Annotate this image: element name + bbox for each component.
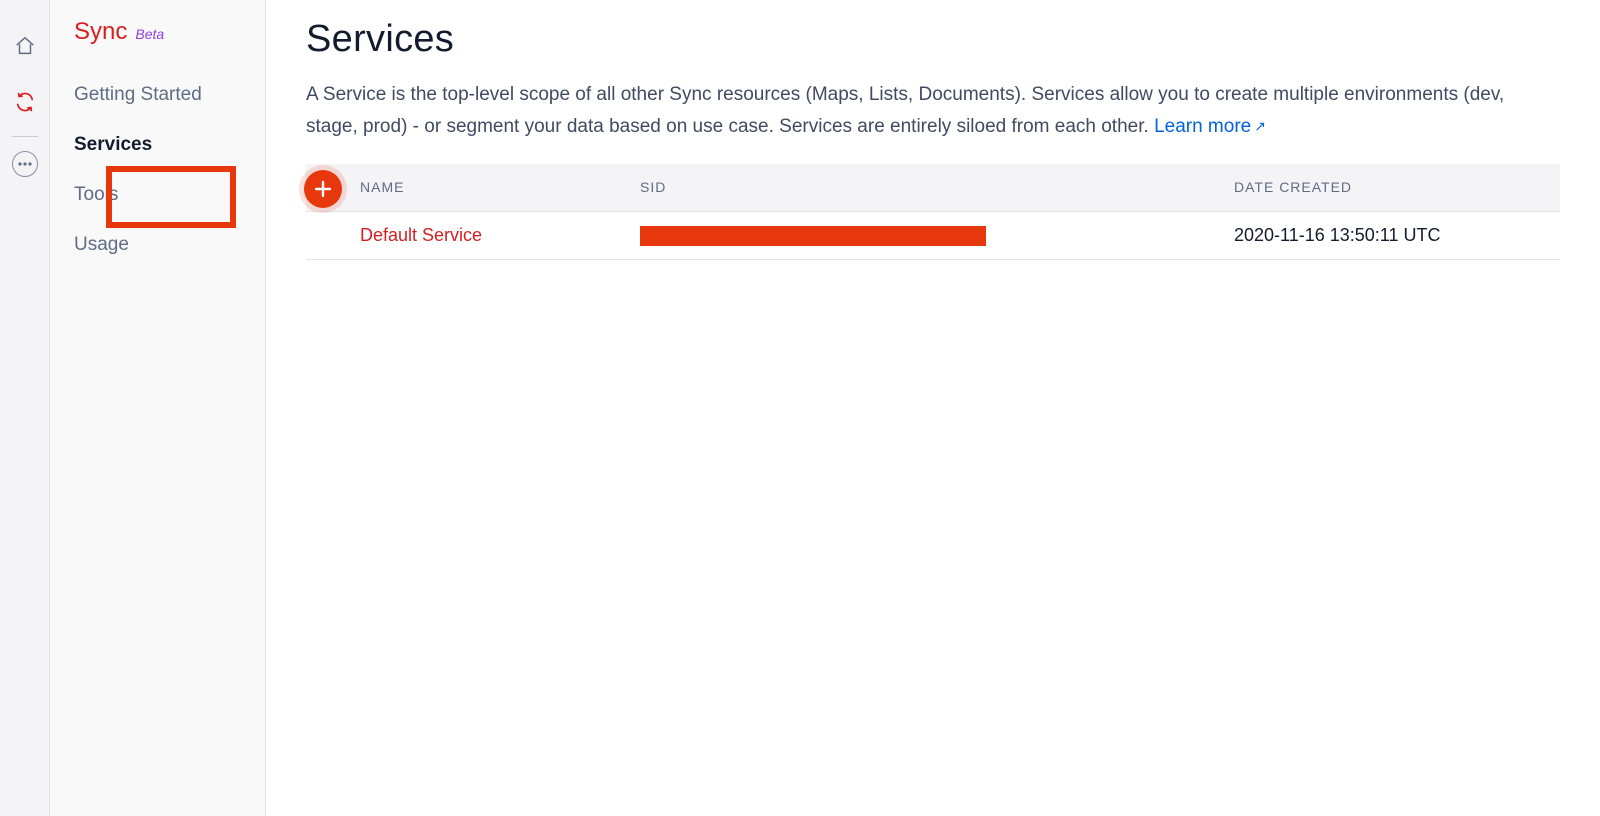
table-header-date: DATE CREATED: [1234, 179, 1560, 195]
table-header-sid: SID: [640, 179, 1234, 195]
table-row: Default Service 2020-11-16 13:50:11 UTC: [306, 212, 1560, 260]
sync-icon-button[interactable]: [0, 74, 50, 130]
table-header-row: NAME SID DATE CREATED: [306, 164, 1560, 212]
page-description-text: A Service is the top-level scope of all …: [306, 84, 1504, 137]
icon-rail: [0, 0, 50, 816]
redacted-sid: [640, 226, 986, 246]
sidebar-beta-badge: Beta: [135, 26, 164, 42]
sidebar-item-services[interactable]: Services: [50, 120, 265, 170]
home-icon-button[interactable]: [0, 18, 50, 74]
sync-icon: [14, 91, 36, 113]
sidebar-item-getting-started[interactable]: Getting Started: [50, 70, 265, 120]
page-description: A Service is the top-level scope of all …: [306, 79, 1560, 144]
page-title: Services: [306, 18, 1560, 61]
sidebar-title: Sync: [74, 18, 127, 46]
service-date-cell: 2020-11-16 13:50:11 UTC: [1234, 225, 1560, 246]
learn-more-link[interactable]: Learn more↗: [1154, 116, 1266, 137]
service-sid-cell: [640, 224, 1234, 245]
more-products-button[interactable]: [12, 151, 38, 177]
main-content: Services A Service is the top-level scop…: [266, 0, 1600, 816]
rail-divider: [12, 136, 38, 137]
table-header-name: NAME: [360, 179, 640, 195]
home-icon: [14, 35, 36, 57]
sidebar-item-tools[interactable]: Tools: [50, 170, 265, 220]
learn-more-label: Learn more: [1154, 116, 1251, 137]
add-service-button[interactable]: [304, 170, 342, 208]
sidebar: Sync Beta Getting Started Services Tools…: [50, 0, 266, 816]
sidebar-title-row: Sync Beta: [50, 18, 265, 70]
plus-icon: [314, 180, 332, 198]
service-name-link[interactable]: Default Service: [360, 225, 640, 246]
services-table: NAME SID DATE CREATED Default Service 20…: [306, 164, 1560, 260]
external-link-icon: ↗: [1254, 118, 1266, 134]
sidebar-item-usage[interactable]: Usage: [50, 220, 265, 270]
ellipsis-icon: [18, 162, 32, 166]
